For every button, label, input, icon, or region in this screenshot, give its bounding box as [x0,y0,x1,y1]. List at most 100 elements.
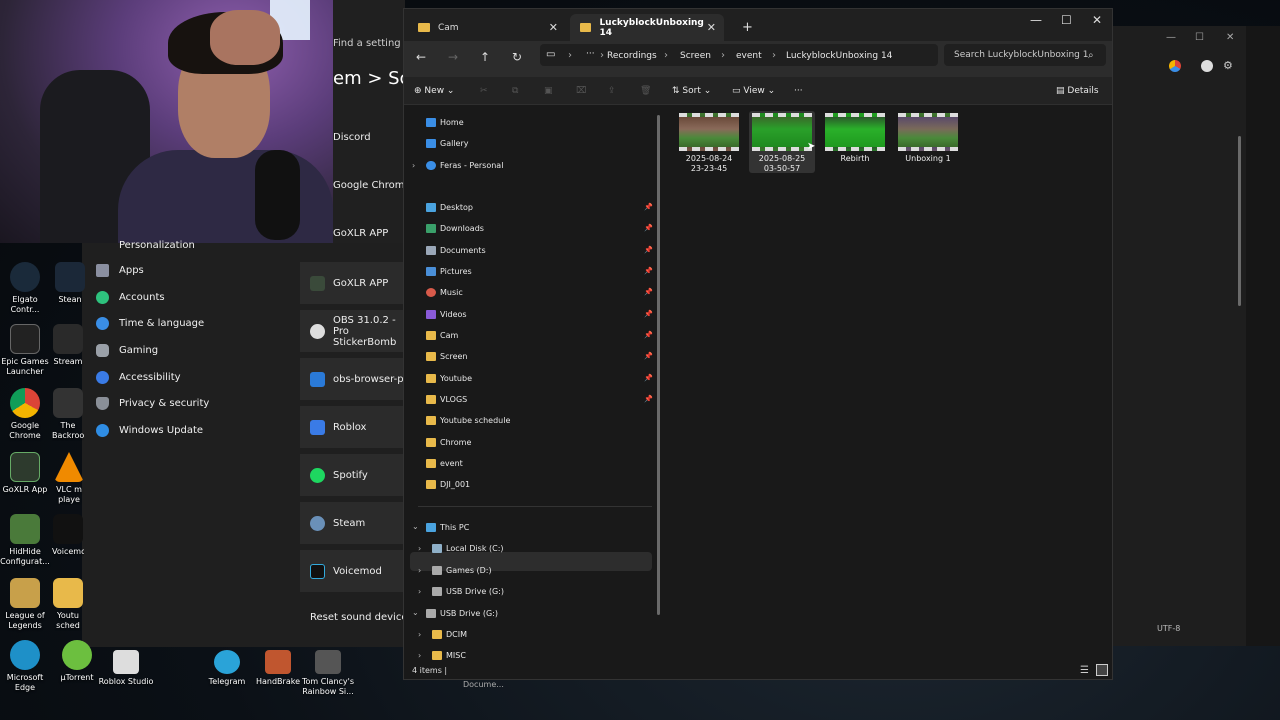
cut-icon[interactable]: ✂ [480,86,488,96]
reset-sound-devices[interactable]: Reset sound devices ar [310,612,404,623]
nav-misc[interactable]: MISC [432,651,466,660]
refresh-icon[interactable]: ↻ [512,50,522,64]
new-button[interactable]: ⊕ New ⌄ [414,86,454,96]
nav-videos[interactable]: Videos [426,310,467,319]
close-icon[interactable]: ✕ [549,21,558,34]
app-item-goxlr[interactable]: GoXLR APP [300,262,404,304]
maximize-icon[interactable]: ☐ [1061,13,1072,27]
desktop-icon-elgato[interactable]: Elgato Contr... [0,262,50,315]
tab-cam[interactable]: Cam ✕ [408,14,566,41]
desktop-icon-roblox-studio[interactable]: Roblox Studio [96,650,156,687]
file-item-selected[interactable]: 2025-08-25 03-50-57 [749,111,815,173]
app-item-obs[interactable]: OBS 31.0.2 - Pro StickerBomb [300,310,404,352]
nav-gallery[interactable]: Gallery [426,139,469,148]
chevron-right-icon[interactable]: › [418,544,421,553]
nav-local-disk-c[interactable]: Local Disk (C:) [432,544,504,553]
chevron-right-icon[interactable]: › [418,566,421,575]
monitor-icon[interactable]: ▭ [546,49,555,60]
settings-nav-time-language[interactable]: Time & language [96,317,204,330]
profile-icon[interactable] [1201,60,1213,72]
breadcrumb-recordings[interactable]: Recordings [607,51,657,61]
settings-nav-apps[interactable]: Apps [96,264,144,277]
app-item-google-chrome[interactable]: Google Chrome [333,180,411,191]
new-tab-button[interactable]: + [732,14,763,41]
desktop-icon-utorrent[interactable]: µTorrent [52,640,102,683]
nav-onedrive[interactable]: Feras - Personal [426,161,503,170]
chevron-right-icon[interactable]: › [418,651,421,660]
desktop-icon-goxlr[interactable]: GoXLR App [0,452,50,495]
nav-dji[interactable]: DJI_001 [426,480,470,489]
nav-screen[interactable]: Screen [426,352,468,361]
settings-nav-privacy[interactable]: Privacy & security [96,397,209,410]
app-item-voicemod[interactable]: Voicemod [300,550,404,592]
file-item[interactable]: Rebirth [822,113,888,164]
breadcrumb-event[interactable]: event [736,51,762,61]
chevron-right-icon[interactable]: › [412,161,415,170]
chrome-minimize-icon[interactable]: — [1166,32,1176,43]
desktop-icon-league[interactable]: League of Legends [0,578,50,631]
nav-usb-drive-root[interactable]: USB Drive (G:) [426,609,498,618]
app-item-discord[interactable]: Discord [333,132,371,143]
close-icon[interactable]: ✕ [707,21,716,34]
up-arrow-icon[interactable]: ↑ [480,50,490,64]
nav-this-pc[interactable]: This PC [426,523,469,532]
settings-nav-personalization[interactable]: Personalization [96,239,195,252]
settings-nav-accessibility[interactable]: Accessibility [96,371,181,384]
desktop-icon-hidhide[interactable]: HidHide Configurat... [0,514,50,567]
nav-home[interactable]: Home [426,118,464,127]
app-item-obs-browser[interactable]: obs-browser-pa [300,358,404,400]
app-item-steam[interactable]: Steam [300,502,404,544]
details-button[interactable]: ▤ Details [1056,86,1099,96]
nav-youtube-schedule[interactable]: Youtube schedule [426,416,510,425]
breadcrumb[interactable]: ▭ › ··· › Recordings › Screen › event › … [540,44,938,66]
nav-cam[interactable]: Cam [426,331,458,340]
nav-documents[interactable]: Documents [426,246,486,255]
nav-pane-scrollbar[interactable] [657,115,660,615]
desktop-icon-steam[interactable]: Stean [52,262,88,305]
nav-youtube[interactable]: Youtube [426,374,472,383]
nav-pictures[interactable]: Pictures [426,267,472,276]
chevron-down-icon[interactable]: ⌄ [412,608,419,617]
search-input[interactable]: Search LuckyblockUnboxing 1 [944,44,1106,66]
chevron-right-icon[interactable]: › [418,587,421,596]
ellipsis-icon[interactable]: ··· [586,49,595,59]
nav-usb-drive-g[interactable]: USB Drive (G:) [432,587,504,596]
desktop-icon-stream[interactable]: Stream [52,324,84,367]
copy-icon[interactable]: ⧉ [512,86,518,96]
settings-nav-windows-update[interactable]: Windows Update [96,424,203,437]
chrome-scrollbar[interactable] [1238,136,1241,306]
share-icon[interactable]: ⇪ [608,86,616,96]
breadcrumb-screen[interactable]: Screen [680,51,711,61]
large-icons-view-icon[interactable] [1096,664,1108,676]
nav-dcim[interactable]: DCIM [432,630,467,639]
file-item[interactable]: Unboxing 1 [895,113,961,164]
paste-icon[interactable]: ▣ [544,86,553,96]
details-view-icon[interactable]: ☰ [1080,665,1089,676]
close-window-icon[interactable]: ✕ [1092,13,1102,27]
file-item[interactable]: 2025-08-24 23-23-45 [676,113,742,174]
sort-button[interactable]: ⇅ Sort ⌄ [672,86,711,96]
nav-vlogs[interactable]: VLOGS [426,395,467,404]
forward-arrow-icon[interactable]: → [448,50,458,64]
nav-games-d[interactable]: Games (D:) [432,566,492,575]
desktop-icon-chrome[interactable]: Google Chrome [0,388,50,441]
delete-icon[interactable]: 🗑 [640,86,651,96]
desktop-icon-voicemod[interactable]: Voicemo [52,514,84,557]
settings-search-input[interactable]: Find a setting [333,38,401,49]
chrome-close-icon[interactable]: ✕ [1226,32,1234,43]
desktop-icon-backrooms[interactable]: The Backroo [52,388,84,441]
nav-desktop[interactable]: Desktop [426,203,473,212]
chrome-maximize-icon[interactable]: ☐ [1195,32,1204,43]
minimize-icon[interactable]: — [1030,13,1042,27]
gear-icon[interactable]: ⚙ [1223,59,1233,72]
nav-chrome[interactable]: Chrome [426,438,471,447]
app-item-goxlr-upper[interactable]: GoXLR APP [333,228,388,239]
nav-music[interactable]: Music [426,288,463,297]
tab-luckyblock[interactable]: LuckyblockUnboxing 14 ✕ [570,14,724,41]
desktop-icon-vlc[interactable]: VLC m playe [52,452,86,505]
chevron-right-icon[interactable]: › [418,630,421,639]
app-item-roblox[interactable]: Roblox [300,406,404,448]
desktop-icon-youtube-schedule[interactable]: Youtu sched [52,578,84,631]
nav-event[interactable]: event [426,459,463,468]
view-button[interactable]: ▭ View ⌄ [732,86,775,96]
